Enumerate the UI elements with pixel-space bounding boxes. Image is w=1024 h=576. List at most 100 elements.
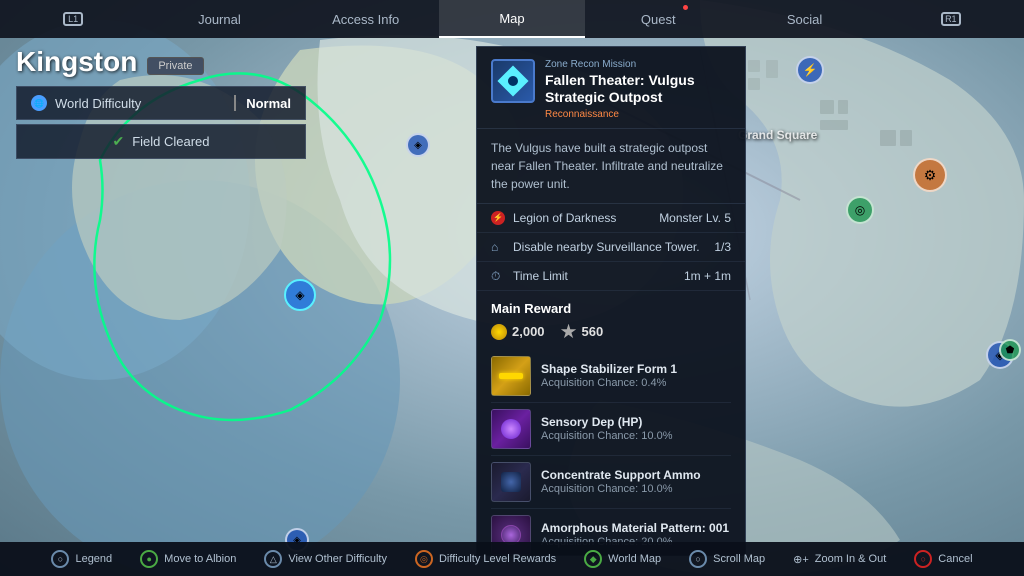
reward-item-2: Concentrate Support AmmoAcquisition Chan… xyxy=(491,456,731,509)
gear-reward: 560 xyxy=(561,324,604,340)
top-navigation: L1 Journal Access Info Map Quest Social … xyxy=(0,0,1024,38)
reward-currency: 2,000 560 xyxy=(491,324,731,340)
bottom-scroll-map[interactable]: ○ Scroll Map xyxy=(689,550,765,568)
coin-reward: 2,000 xyxy=(491,324,545,340)
bottom-difficulty-rewards[interactable]: ◎ Difficulty Level Rewards xyxy=(415,550,556,568)
zoom-icon[interactable]: ⊕+ xyxy=(793,550,809,568)
gear-icon xyxy=(561,324,577,340)
view-difficulty-icon[interactable]: △ xyxy=(264,550,282,568)
legend-label: Legend xyxy=(75,553,112,565)
reward-item-chance-1: Acquisition Chance: 10.0% xyxy=(541,430,731,442)
reward-item-name-2: Concentrate Support Ammo xyxy=(541,468,731,484)
mission-faction-stat: ⚡ Legion of Darkness Monster Lv. 5 xyxy=(477,204,745,233)
reward-item-text-2: Concentrate Support AmmoAcquisition Chan… xyxy=(541,468,731,496)
nav-access-info[interactable]: Access Info xyxy=(293,0,439,38)
r1-button-icon: R1 xyxy=(941,12,961,26)
left-panel: Kingston Private 🌐 World Difficulty Norm… xyxy=(16,46,306,159)
reward-item-chance-0: Acquisition Chance: 0.4% xyxy=(541,377,731,389)
world-map-icon[interactable]: ◆ xyxy=(584,550,602,568)
cancel-label: Cancel xyxy=(938,553,972,565)
move-albion-icon[interactable]: ● xyxy=(140,550,158,568)
mission-type: Zone Recon Mission xyxy=(545,59,731,70)
reward-item-name-1: Sensory Dep (HP) xyxy=(541,415,731,431)
objective-1-label: Disable nearby Surveillance Tower. xyxy=(513,240,700,254)
reward-section: Main Reward 2,000 560 Shape Stabilizer F… xyxy=(477,291,745,556)
bottom-zoom[interactable]: ⊕+ Zoom In & Out xyxy=(793,550,886,568)
faction-icon: ⚡ xyxy=(491,211,505,225)
objective-2-icon: ⏱ xyxy=(491,269,505,283)
divider xyxy=(234,95,236,111)
map-marker-side-1[interactable]: ◈ xyxy=(406,133,430,157)
objective-2-label: Time Limit xyxy=(513,269,568,283)
reward-item-icon-2 xyxy=(491,462,531,502)
bottom-world-map[interactable]: ◆ World Map xyxy=(584,550,661,568)
quest-notification-dot xyxy=(683,5,688,10)
reward-item-0: Shape Stabilizer Form 1Acquisition Chanc… xyxy=(491,350,731,403)
world-map-label: World Map xyxy=(608,553,661,565)
objective-2-value: 1m + 1m xyxy=(684,269,731,283)
scroll-map-icon[interactable]: ○ xyxy=(689,550,707,568)
nav-access-info-label: Access Info xyxy=(332,12,399,27)
scroll-map-label: Scroll Map xyxy=(713,553,765,565)
move-albion-label: Move to Albion xyxy=(164,553,236,565)
coin-icon xyxy=(491,324,507,340)
mission-title-area: Zone Recon Mission Fallen Theater: Vulgu… xyxy=(545,59,731,120)
difficulty-rewards-label: Difficulty Level Rewards xyxy=(439,553,556,565)
world-difficulty-label: World Difficulty xyxy=(55,96,141,111)
nav-r1[interactable]: R1 xyxy=(878,0,1024,38)
faction-name: Legion of Darkness xyxy=(513,211,616,225)
bottom-view-difficulty[interactable]: △ View Other Difficulty xyxy=(264,550,387,568)
mission-objective-1: ⌂ Disable nearby Surveillance Tower. 1/3 xyxy=(477,233,745,262)
view-difficulty-label: View Other Difficulty xyxy=(288,553,387,565)
field-cleared-check-icon: ✔ xyxy=(112,133,124,150)
objective-1-progress: 1/3 xyxy=(714,240,731,254)
reward-item-icon-1 xyxy=(491,409,531,449)
reward-item-icon-0 xyxy=(491,356,531,396)
zoom-label: Zoom In & Out xyxy=(815,553,887,565)
nav-journal-label: Journal xyxy=(198,12,241,27)
objective-1-icon: ⌂ xyxy=(491,240,505,254)
coin-amount: 2,000 xyxy=(512,324,545,339)
reward-item-name-0: Shape Stabilizer Form 1 xyxy=(541,362,731,378)
nav-map-label: Map xyxy=(499,11,524,26)
mission-tag: Reconnaissance xyxy=(545,109,731,120)
reward-item-name-3: Amorphous Material Pattern: 001 xyxy=(541,521,731,537)
mission-name: Fallen Theater: Vulgus Strategic Outpost xyxy=(545,72,731,106)
l1-button-icon: L1 xyxy=(63,12,83,26)
map-marker-mission[interactable]: ◈ xyxy=(284,279,316,311)
world-difficulty-icon: 🌐 xyxy=(31,95,47,111)
world-difficulty-value: Normal xyxy=(246,96,291,111)
private-badge: Private xyxy=(147,57,203,75)
mission-panel: Zone Recon Mission Fallen Theater: Vulgu… xyxy=(476,46,746,556)
map-marker-blue-1[interactable]: ⚡ xyxy=(796,56,824,84)
bottom-cancel[interactable]: ○ Cancel xyxy=(914,550,972,568)
monster-level: Monster Lv. 5 xyxy=(659,211,731,225)
map-marker-green-1[interactable]: ◎ xyxy=(846,196,874,224)
reward-item-text-1: Sensory Dep (HP)Acquisition Chance: 10.0… xyxy=(541,415,731,443)
reward-items-list: Shape Stabilizer Form 1Acquisition Chanc… xyxy=(491,350,731,556)
map-marker-orange-1[interactable]: ⚙ xyxy=(913,158,947,192)
bottom-legend[interactable]: ○ Legend xyxy=(51,550,112,568)
difficulty-rewards-icon[interactable]: ◎ xyxy=(415,550,433,568)
nav-l1[interactable]: L1 xyxy=(0,0,146,38)
world-difficulty-row[interactable]: 🌐 World Difficulty Normal xyxy=(16,86,306,120)
cancel-icon[interactable]: ○ xyxy=(914,550,932,568)
nav-quest[interactable]: Quest xyxy=(585,0,731,38)
nav-social[interactable]: Social xyxy=(731,0,877,38)
gear-amount: 560 xyxy=(582,324,604,339)
reward-item-text-0: Shape Stabilizer Form 1Acquisition Chanc… xyxy=(541,362,731,390)
nav-social-label: Social xyxy=(787,12,822,27)
bottom-move-albion[interactable]: ● Move to Albion xyxy=(140,550,236,568)
map-marker-green-2[interactable]: ⬟ xyxy=(999,339,1021,361)
field-cleared-row[interactable]: ✔ Field Cleared xyxy=(16,124,306,159)
mission-description: The Vulgus have built a strategic outpos… xyxy=(477,129,745,204)
location-title: Kingston xyxy=(16,46,137,78)
legend-button-icon[interactable]: ○ xyxy=(51,550,69,568)
mission-icon xyxy=(491,59,535,103)
nav-journal[interactable]: Journal xyxy=(146,0,292,38)
bottom-bar: ○ Legend ● Move to Albion △ View Other D… xyxy=(0,542,1024,576)
reward-item-chance-2: Acquisition Chance: 10.0% xyxy=(541,483,731,495)
mission-objective-2: ⏱ Time Limit 1m + 1m xyxy=(477,262,745,291)
nav-map[interactable]: Map xyxy=(439,0,585,38)
field-cleared-label: Field Cleared xyxy=(132,134,209,149)
